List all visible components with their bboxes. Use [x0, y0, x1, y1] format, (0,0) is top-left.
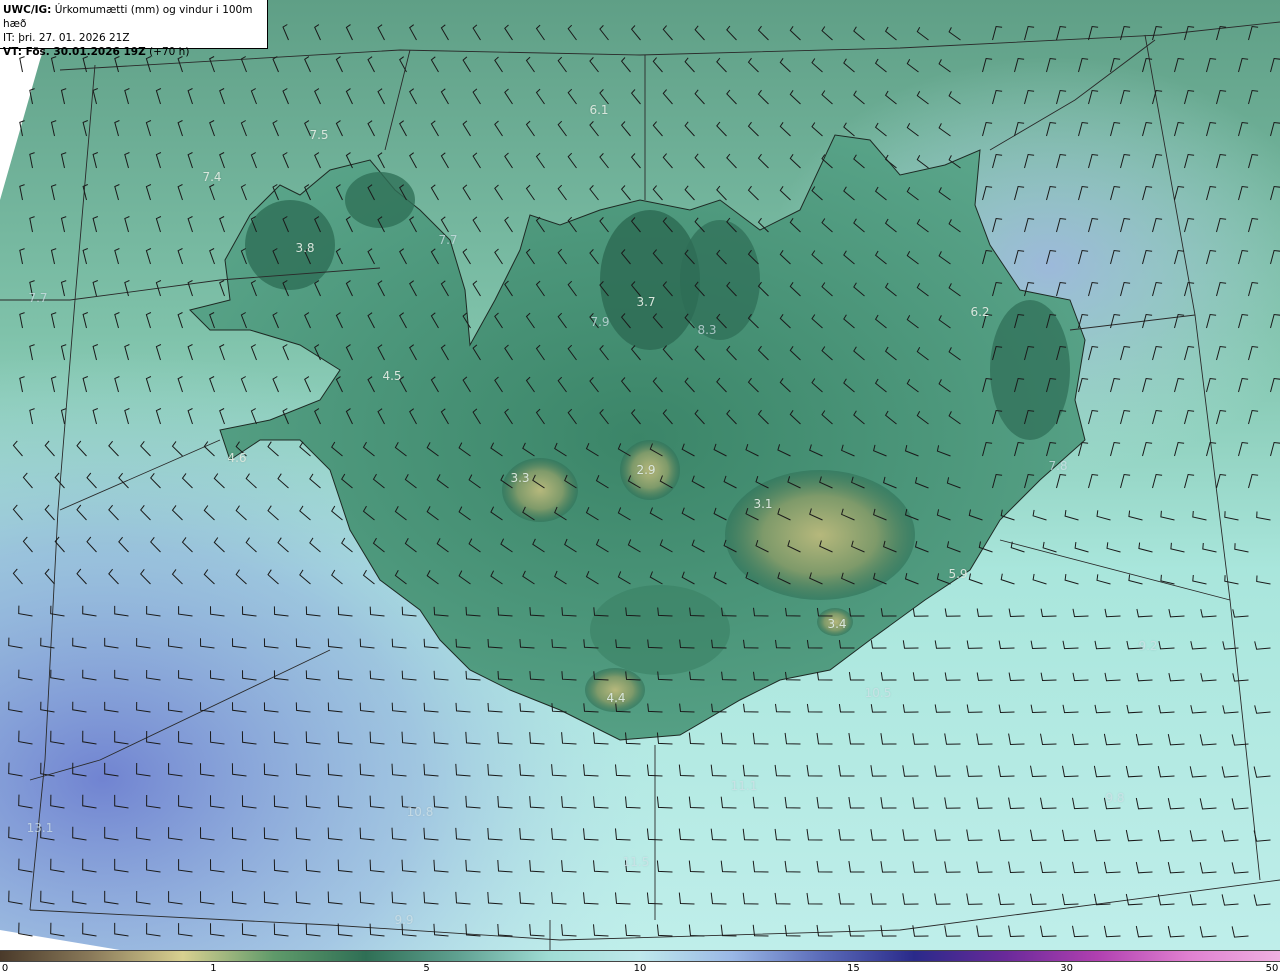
map-value-label: 2.9: [636, 463, 656, 477]
map-value-label: 7.7: [438, 233, 458, 247]
header-init-line: IT: þri. 27. 01. 2026 21Z: [3, 31, 267, 45]
map-value-label: 3.4: [827, 617, 847, 631]
map-value-label: 7.5: [309, 128, 329, 142]
init-label: IT:: [3, 32, 15, 44]
map-value-label: 7.9: [590, 315, 610, 329]
map-value-label: 11.1: [730, 779, 758, 793]
map-value-label: 6.2: [970, 305, 990, 319]
map-value-label: 11.5: [622, 855, 650, 869]
map-panel: UWC/IG: Úrkomumætti (mm) og vindur i 100…: [0, 0, 1280, 950]
header-title-line: UWC/IG: Úrkomumætti (mm) og vindur i 100…: [3, 3, 267, 31]
map-value-label: 7.7: [28, 291, 48, 305]
map-value-label: 10.5: [864, 686, 892, 700]
map-value-label: 3.7: [636, 295, 656, 309]
init-time: þri. 27. 01. 2026 21Z: [18, 32, 130, 44]
colorbar-tick-label: 10: [633, 963, 647, 974]
map-value-label: 5.9: [948, 567, 968, 581]
colorbar-tick-label: 5: [423, 963, 430, 974]
map-header: UWC/IG: Úrkomumætti (mm) og vindur i 100…: [0, 0, 268, 58]
map-value-label: 7.4: [202, 170, 222, 184]
map-value-label: 4.5: [382, 369, 402, 383]
colorbar-tick-label: 0: [1, 963, 9, 974]
header-valid-line: VT: Fös. 30.01.2026 19Z (+70 h): [3, 45, 267, 59]
colorbar-strip: [0, 950, 1280, 962]
map-value-label: 3.1: [753, 497, 773, 511]
map-value-label: 3.3: [510, 471, 530, 485]
map-value-label: 9.8: [1105, 791, 1125, 805]
valid-time: VT: Fös. 30.01.2026 19Z: [3, 46, 146, 58]
colorbar-tick-label: 50: [1265, 963, 1279, 974]
map-value-label: 13.1: [26, 821, 54, 835]
colorbar: 0 1 5 10 15 30 50: [0, 950, 1280, 978]
colorbar-tick-label: 30: [1060, 963, 1073, 974]
map-value-label: 3.8: [295, 241, 315, 255]
colorbar-tick-label: 1: [210, 963, 217, 974]
map-value-label: 8.3: [697, 323, 717, 337]
product-name: UWC/IG:: [3, 4, 52, 16]
colorbar-tick-label: 15: [847, 963, 860, 974]
map-value-label: 4.6: [227, 451, 247, 465]
map-value-label: 9.9: [394, 913, 414, 927]
map-value-label: 7.8: [1048, 459, 1068, 473]
valid-lead: (+70 h): [149, 46, 190, 58]
map-value-label: 6.1: [589, 103, 609, 117]
map-value-label: 4.4: [606, 691, 626, 705]
map-value-label: 9.2: [1138, 639, 1158, 653]
map-value-label: 10.8: [406, 805, 434, 819]
